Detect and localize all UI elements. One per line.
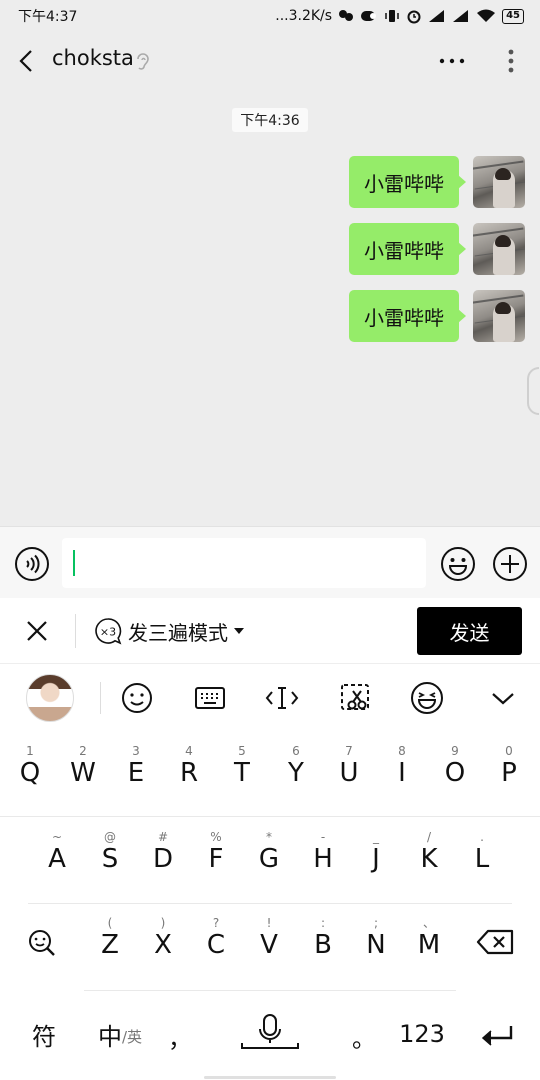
divider (84, 990, 456, 991)
symbols-key[interactable]: 符 (22, 1014, 66, 1054)
keyboard-toolbar (0, 664, 540, 732)
comma-key[interactable]: ， (160, 1016, 200, 1056)
message-bubble[interactable]: 小雷哔哔 (349, 156, 466, 208)
net-speed: ...3.2K/s (275, 8, 333, 24)
key-l[interactable]: .L (460, 830, 504, 874)
key-w[interactable]: 2W (61, 744, 105, 788)
status-time: 下午4:37 (18, 9, 78, 25)
key-p[interactable]: 0P (487, 744, 531, 788)
ear-icon (134, 50, 152, 72)
repeat-mode-label: 发三遍模式 (128, 620, 228, 645)
key-j[interactable]: _ J (354, 830, 398, 874)
voice-space-key[interactable] (236, 1008, 304, 1054)
key-c[interactable]: ? C (194, 916, 238, 960)
more-options-icon[interactable] (436, 52, 468, 70)
signal-2-icon (452, 9, 470, 23)
key-b[interactable]: :B (301, 916, 345, 960)
input-bar (0, 526, 540, 598)
keyboard-icon[interactable] (192, 681, 228, 715)
key-n[interactable]: ; N (354, 916, 398, 960)
key-d[interactable]: # D (141, 830, 185, 874)
divider (0, 816, 540, 817)
language-main: 中 (97, 1022, 122, 1051)
key-o[interactable]: 9O (433, 744, 477, 788)
key-x[interactable]: ) X (141, 916, 185, 960)
message-row: 小雷哔哔 (349, 223, 525, 277)
message-input[interactable] (62, 538, 426, 588)
numbers-key[interactable]: 123 (396, 1014, 448, 1054)
alarm-icon (406, 8, 422, 24)
message-bubble[interactable]: 小雷哔哔 (349, 290, 466, 342)
key-s[interactable]: @ S (88, 830, 132, 874)
key-a[interactable]: ~ A (35, 830, 79, 874)
key-h[interactable]: -H (301, 830, 345, 874)
key-e[interactable]: 3E (114, 744, 158, 788)
message-bubble[interactable]: 小雷哔哔 (349, 223, 466, 275)
key-y[interactable]: 6Y (274, 744, 318, 788)
message-timestamp: 下午4:36 (232, 108, 308, 132)
text-cursor (73, 550, 75, 576)
signal-icon (428, 9, 446, 23)
voice-input-button[interactable] (14, 546, 50, 582)
repeat-x3-icon: ×3 (94, 617, 122, 645)
vibrate-icon (384, 9, 400, 23)
keyboard-skin-avatar[interactable] (26, 674, 74, 722)
svg-text:×3: ×3 (100, 626, 116, 639)
repeat-mode-selector[interactable]: ×3 发三遍模式 (94, 616, 244, 646)
avatar[interactable] (473, 290, 525, 342)
chat-area[interactable]: 下午4:36 小雷哔哔 小雷哔哔 小雷哔哔 (0, 90, 540, 526)
caret-down-icon (234, 628, 244, 634)
key-t[interactable]: 5T (220, 744, 264, 788)
text-cursor-icon[interactable] (264, 681, 300, 715)
key-v[interactable]: ! V (247, 916, 291, 960)
status-bar: 下午4:37 ...3.2K/s 45 (0, 0, 540, 32)
key-u[interactable]: 7U (327, 744, 371, 788)
key-r[interactable]: 4R (167, 744, 211, 788)
key-q[interactable]: 1Q (8, 744, 52, 788)
send-button[interactable]: 发送 (417, 607, 522, 655)
menu-icon[interactable] (502, 46, 520, 76)
divider (100, 682, 101, 714)
app-notification-icon (338, 9, 354, 23)
emoji-button[interactable] (440, 546, 476, 582)
keyboard-mode-bar: ×3 发三遍模式 发送 (0, 598, 540, 664)
key-k[interactable]: / K (407, 830, 451, 874)
side-drawer-handle[interactable] (527, 367, 539, 415)
chat-app-icon (360, 9, 378, 23)
chat-title: choksta (52, 46, 134, 70)
key-m[interactable]: 、 M (407, 916, 451, 960)
emoji-laugh-icon[interactable] (409, 681, 445, 715)
key-i[interactable]: 8I (380, 744, 424, 788)
divider (28, 903, 512, 904)
collapse-keyboard-icon[interactable] (485, 681, 521, 715)
back-button[interactable] (14, 46, 42, 76)
period-key[interactable]: 。 (344, 1016, 384, 1056)
divider (75, 614, 76, 648)
key-f[interactable]: % F (194, 830, 238, 874)
key-z[interactable]: (Z (88, 916, 132, 960)
wifi-icon (476, 9, 496, 23)
enter-icon[interactable] (474, 1016, 520, 1056)
chat-header: choksta (0, 32, 540, 90)
close-icon[interactable] (24, 618, 50, 644)
battery-indicator: 45 (502, 8, 524, 24)
smiley-icon[interactable] (119, 681, 155, 715)
backspace-icon[interactable] (474, 928, 518, 960)
key-g[interactable]: * G (247, 830, 291, 874)
language-sub: /英 (121, 1027, 143, 1046)
avatar[interactable] (473, 156, 525, 208)
keyboard: 1Q 2W 3E 4R 5T 6Y 7U 8I 9O 0P ~ A @ S # D %… (0, 664, 540, 1080)
clipboard-scissors-icon[interactable] (338, 681, 374, 715)
language-switch-key[interactable]: 中/英 (88, 1014, 152, 1054)
search-icon[interactable] (20, 928, 64, 962)
add-attachment-button[interactable] (492, 546, 528, 582)
avatar[interactable] (473, 223, 525, 275)
message-row: 小雷哔哔 (349, 156, 525, 210)
message-row: 小雷哔哔 (349, 290, 525, 344)
status-icons: ...3.2K/s 45 (275, 8, 524, 24)
home-indicator (204, 1076, 336, 1079)
